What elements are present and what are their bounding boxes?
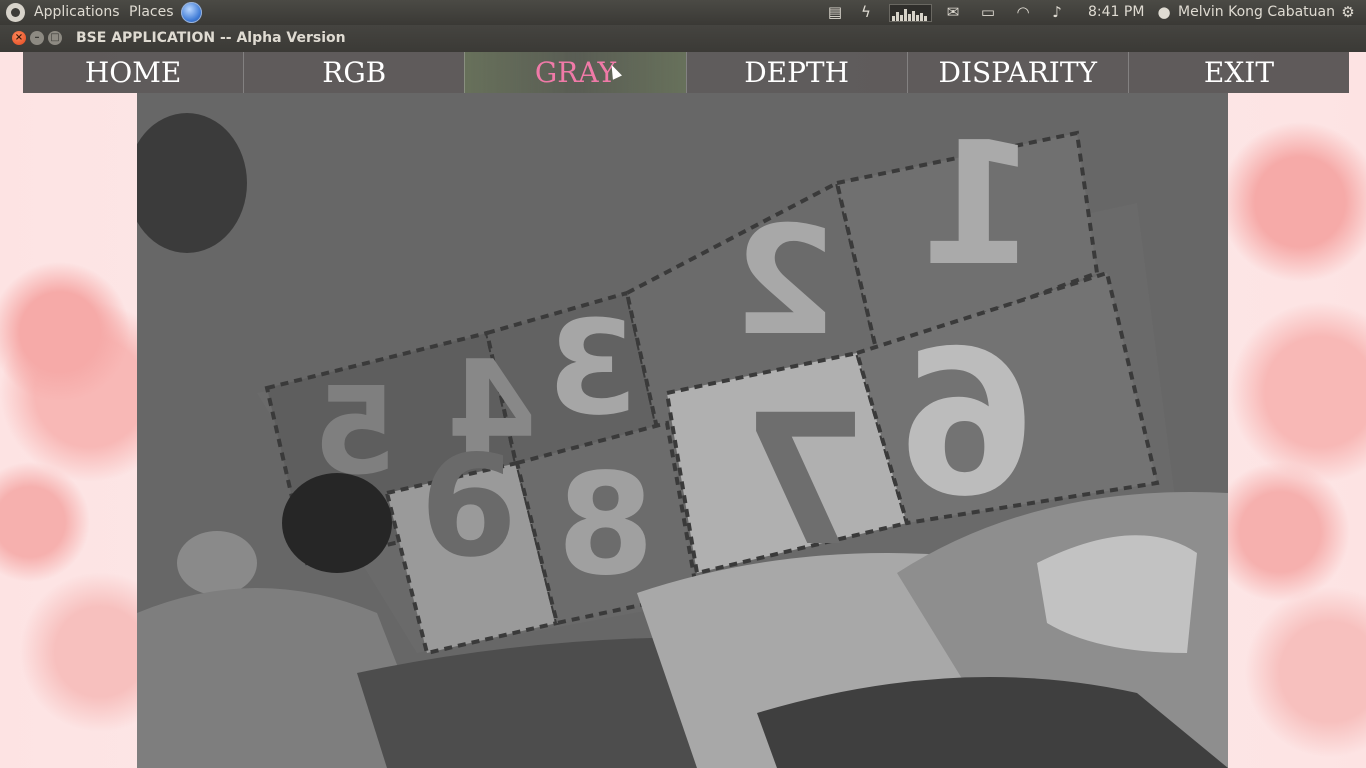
mail-icon[interactable]: ✉ (943, 0, 963, 25)
system-top-panel: Applications Places ▤ ϟ ✉ ▭ ◠ ♪ 8:41 PM … (0, 0, 1366, 25)
digit-6: 6 (898, 308, 1037, 541)
applications-menu[interactable]: Applications (34, 0, 120, 25)
window-title: BSE APPLICATION -- Alpha Version (76, 30, 346, 46)
places-menu[interactable]: Places (129, 0, 174, 25)
digit-9: 9 (420, 419, 517, 582)
user-icon: ● (1157, 3, 1171, 21)
wifi-icon[interactable]: ◠ (1012, 0, 1034, 25)
battery-icon[interactable]: ▭ (977, 0, 999, 25)
system-monitor-icon[interactable] (889, 4, 932, 22)
digit-8: 8 (557, 444, 654, 607)
nav-gray-button[interactable]: GRAY (464, 52, 686, 93)
globe-icon[interactable] (181, 2, 202, 23)
gray-camera-image: 5 4 3 2 1 6 7 8 9 (137, 93, 1228, 768)
nav-home-button[interactable]: HOME (23, 52, 243, 93)
nav-rgb-button[interactable]: RGB (243, 52, 464, 93)
nav-depth-button[interactable]: DEPTH (685, 52, 907, 93)
close-icon[interactable]: × (12, 31, 26, 45)
digit-1: 1 (919, 106, 1037, 304)
power-icon[interactable]: ϟ (857, 0, 875, 25)
maximize-icon[interactable]: □ (48, 31, 62, 45)
main-nav: HOME RGB GRAY DEPTH DISPARITY EXIT (23, 52, 1349, 93)
ubuntu-logo-icon[interactable] (6, 3, 25, 22)
nav-exit-button[interactable]: EXIT (1127, 52, 1349, 93)
user-name[interactable]: Melvin Kong Cabatuan (1178, 0, 1335, 25)
camera-feed: 5 4 3 2 1 6 7 8 9 (137, 93, 1228, 768)
gear-icon[interactable]: ⚙ (1338, 0, 1358, 25)
digit-3: 3 (547, 292, 637, 444)
clock[interactable]: 8:41 PM (1088, 0, 1144, 25)
app-background: 5 4 3 2 1 6 7 8 9 HOME RGB GRAY DEPTH DI… (0, 52, 1366, 768)
digit-2: 2 (733, 195, 837, 369)
nav-disparity-button[interactable]: DISPARITY (906, 52, 1128, 93)
window-title-bar: × – □ BSE APPLICATION -- Alpha Version (0, 25, 1366, 52)
document-icon[interactable]: ▤ (825, 0, 845, 25)
minimize-icon[interactable]: – (30, 31, 44, 45)
volume-icon[interactable]: ♪ (1046, 0, 1068, 25)
